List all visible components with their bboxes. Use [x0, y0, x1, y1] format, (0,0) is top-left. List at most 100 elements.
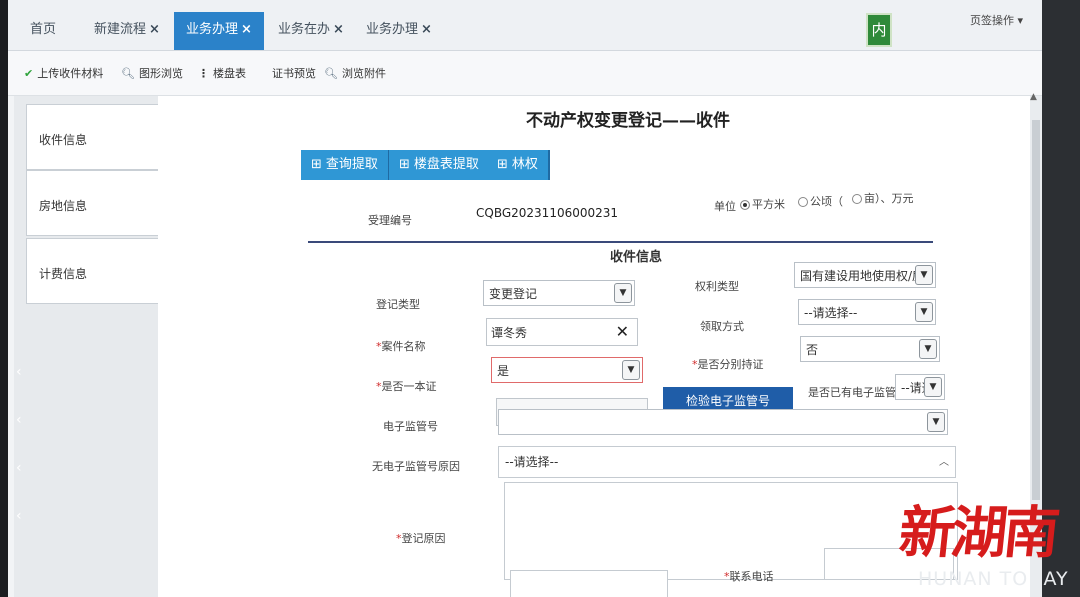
receive-method-value: --请选择--	[804, 306, 858, 320]
gift-icon: ⊞	[399, 157, 410, 172]
reg-type-select[interactable]: 变更登记 ▼	[483, 280, 635, 306]
case-name-value: 谭冬秀	[491, 326, 528, 340]
chevron-left-icon[interactable]: ‹	[16, 364, 22, 380]
close-icon[interactable]: ×	[333, 22, 344, 37]
separate-cert-value: 否	[806, 343, 819, 357]
hunan-today-logo: 新湖南	[896, 500, 1059, 566]
unit-mu-label: 亩）、万元	[864, 192, 914, 205]
graph-view-label: 图形浏览	[138, 67, 183, 80]
unit-hectare-option[interactable]: 公顷（	[798, 193, 843, 209]
e-sup-select[interactable]: ▼	[498, 409, 948, 435]
unit-sqm-label: 平方米	[752, 198, 785, 211]
chevron-up-icon: ︿	[939, 457, 949, 468]
page-ops-menu[interactable]: 页签操作 ▾	[970, 12, 1023, 28]
query-fetch-button[interactable]: ⊞ 查询提取	[301, 150, 390, 180]
clear-icon[interactable]: ✕	[616, 322, 629, 341]
tab-label: 业务办理	[366, 22, 419, 37]
chevron-left-icon[interactable]: ‹	[16, 412, 22, 428]
tab-business-handle-active[interactable]: 业务办理 ×	[174, 12, 264, 50]
chevron-left-icon[interactable]: ‹	[16, 508, 22, 524]
gift-icon: ⊞	[497, 157, 508, 172]
tab-new-process[interactable]: 新建流程 ×	[82, 12, 172, 48]
e-sup-label: 电子监管号	[383, 420, 438, 433]
tab-business-in-progress[interactable]: 业务在办 ×	[266, 12, 356, 48]
browse-attachments-button[interactable]: 🔍︎ 浏览附件	[324, 65, 386, 81]
tab-business-handle-2[interactable]: 业务办理 ×	[354, 12, 444, 48]
contact-phone-label: *联系电话	[724, 568, 774, 584]
tab-label: 新建流程	[94, 22, 147, 37]
chevron-down-icon: ▼	[614, 283, 632, 303]
scroll-up-arrow-icon[interactable]: ▲	[1030, 92, 1037, 102]
magnifier-icon: 🔍︎	[121, 67, 135, 80]
case-name-input[interactable]: 谭冬秀 ✕	[486, 318, 638, 346]
section-title: 收件信息	[610, 250, 663, 265]
radio-icon	[798, 197, 808, 207]
unit-mu-option[interactable]: 亩）、万元	[852, 190, 914, 206]
close-icon[interactable]: ×	[149, 22, 160, 37]
upload-label: 上传收件材料	[37, 67, 104, 80]
toolbar: ✔ 上传收件材料 🔍︎ 图形浏览 ⋮ 楼盘表 证书预览 🔍︎ 浏览附件	[8, 51, 1042, 96]
receive-method-select[interactable]: --请选择-- ▼	[798, 299, 936, 325]
browse-attach-label: 浏览附件	[341, 67, 386, 80]
one-cert-select[interactable]: 是 ▼	[491, 357, 643, 383]
building-fetch-button[interactable]: ⊞ 楼盘表提取	[389, 150, 491, 180]
chevron-down-icon: ▼	[622, 360, 640, 380]
app-screen: 首页 新建流程 × 业务办理 × 业务在办 × 业务办理 × 内 页签操作 ▾ ✔ 上传收…	[8, 0, 1042, 597]
tab-home[interactable]: 首页	[18, 12, 68, 48]
separate-cert-label-text: 是否分别持证	[697, 358, 764, 371]
check-icon: ✔	[24, 67, 34, 80]
header-divider	[308, 241, 933, 243]
has-e-sup-select[interactable]: --请选择▼	[895, 374, 945, 400]
chevron-down-icon: ▼	[924, 377, 942, 397]
right-type-label: 权利类型	[695, 280, 739, 293]
unit-sqm-option[interactable]: 平方米	[740, 196, 785, 212]
sidebar-item-receipt-info[interactable]: 收件信息	[26, 104, 162, 170]
chevron-left-icon[interactable]: ‹	[16, 460, 22, 476]
chevron-down-icon: ▼	[915, 302, 933, 322]
one-cert-value: 是	[497, 364, 510, 378]
sidebar-item-label: 房地信息	[39, 199, 88, 213]
bottom-left-input[interactable]	[510, 570, 668, 597]
reg-type-label: 登记类型	[376, 298, 420, 311]
sidebar-item-property-info[interactable]: 房地信息	[26, 170, 162, 236]
chevron-down-icon: ▼	[927, 412, 945, 432]
right-type-value: 国有建设用地使用权/房屋（	[800, 269, 920, 283]
one-cert-label-text: 是否一本证	[381, 380, 437, 393]
chevron-down-icon: ▼	[915, 265, 933, 285]
reg-reason-label: *登记原因	[396, 530, 446, 546]
separate-cert-select[interactable]: 否 ▼	[800, 336, 940, 362]
upload-materials-button[interactable]: ✔ 上传收件材料	[24, 65, 103, 81]
sidebar: 收件信息 房地信息 计费信息	[14, 96, 162, 597]
receive-method-label: 领取方式	[700, 320, 744, 333]
sidebar-item-label: 收件信息	[39, 133, 88, 147]
graph-view-button[interactable]: 🔍︎ 图形浏览	[121, 65, 183, 81]
sidebar-item-fee-info[interactable]: 计费信息	[26, 238, 162, 304]
unit-label: 单位	[714, 200, 736, 213]
close-icon[interactable]: ×	[241, 22, 252, 37]
chevron-down-icon: ▼	[919, 339, 937, 359]
hunan-today-logo-subtitle: HUNAN TODAY	[918, 568, 1069, 590]
close-icon[interactable]: ×	[421, 22, 432, 37]
right-type-select[interactable]: 国有建设用地使用权/房屋（▼	[794, 262, 936, 288]
scrollbar-thumb[interactable]	[1032, 120, 1040, 500]
has-e-sup-label: 是否已有电子监管号	[808, 386, 907, 399]
cert-preview-button[interactable]: 证书预览	[272, 65, 316, 81]
accept-no-label: 受理编号	[368, 214, 412, 227]
cert-preview-label: 证书预览	[272, 67, 316, 80]
button-label: 楼盘表提取	[413, 157, 479, 172]
reg-reason-label-text: 登记原因	[401, 532, 446, 545]
no-e-sup-reason-select[interactable]: --请选择-- ︿	[498, 446, 956, 478]
building-table-label: 楼盘表	[213, 67, 246, 80]
form-title: 不动产权变更登记——收件	[526, 111, 730, 131]
building-table-button[interactable]: ⋮ 楼盘表	[198, 65, 246, 81]
forest-right-button[interactable]: ⊞ 林权	[487, 150, 550, 180]
one-cert-label: *是否一本证	[376, 378, 437, 394]
radio-icon	[852, 194, 862, 204]
intranet-badge-icon[interactable]: 内	[866, 13, 892, 47]
reg-type-value: 变更登记	[489, 287, 538, 301]
accept-no-value: CQBG20231106000231	[476, 206, 619, 220]
radio-selected-icon	[740, 200, 750, 210]
tab-bar: 首页 新建流程 × 业务办理 × 业务在办 × 业务办理 × 内 页签操作 ▾	[8, 0, 1042, 51]
tab-label: 首页	[30, 22, 57, 37]
case-name-label-text: 案件名称	[381, 340, 426, 353]
